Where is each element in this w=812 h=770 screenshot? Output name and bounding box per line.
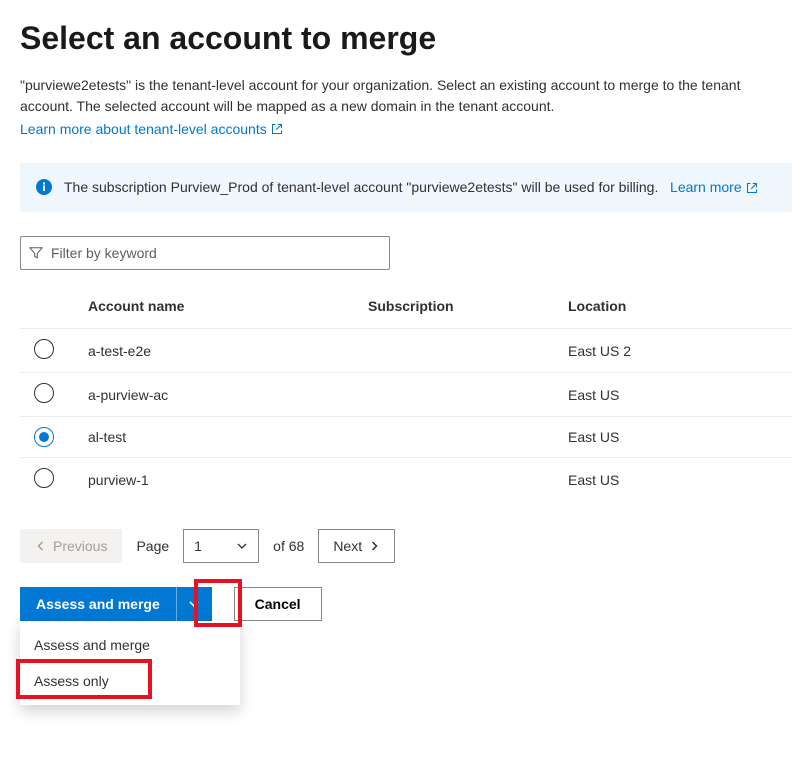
assess-merge-split-button: Assess and merge: [20, 587, 212, 621]
cell-name: al-test: [80, 417, 360, 458]
cancel-button[interactable]: Cancel: [234, 587, 322, 621]
page-title: Select an account to merge: [20, 20, 792, 57]
chevron-down-icon: [236, 540, 248, 552]
filter-input-wrapper[interactable]: [20, 236, 390, 270]
cell-name: a-purview-ac: [80, 373, 360, 417]
page-label: Page: [136, 538, 169, 554]
cell-name: a-test-e2e: [80, 329, 360, 373]
page-of-label: of 68: [273, 538, 304, 554]
column-header-location[interactable]: Location: [560, 288, 792, 329]
info-icon: [36, 179, 52, 195]
billing-learn-more-label: Learn more: [670, 177, 742, 198]
cell-subscription: [360, 373, 560, 417]
table-row[interactable]: purview-1 East US: [20, 458, 792, 502]
billing-learn-more-link[interactable]: Learn more: [670, 177, 758, 198]
billing-info-box: The subscription Purview_Prod of tenant-…: [20, 163, 792, 212]
next-label: Next: [333, 538, 362, 554]
footer-actions: Assess and merge Cancel Assess and merge…: [20, 587, 792, 621]
filter-icon: [29, 246, 43, 260]
filter-input[interactable]: [49, 244, 381, 262]
menu-item-assess-only[interactable]: Assess only: [20, 663, 240, 699]
cell-location: East US: [560, 417, 792, 458]
assess-merge-button[interactable]: Assess and merge: [20, 587, 176, 621]
cell-name: purview-1: [80, 458, 360, 502]
table-row[interactable]: a-test-e2e East US 2: [20, 329, 792, 373]
table-row[interactable]: a-purview-ac East US: [20, 373, 792, 417]
column-header-name[interactable]: Account name: [80, 288, 360, 329]
chevron-down-icon: [188, 598, 200, 610]
billing-info-text: The subscription Purview_Prod of tenant-…: [64, 179, 658, 195]
column-header-subscription[interactable]: Subscription: [360, 288, 560, 329]
accounts-table: Account name Subscription Location a-tes…: [20, 288, 792, 501]
external-link-icon: [746, 182, 758, 194]
cell-location: East US: [560, 373, 792, 417]
assess-merge-dropdown: Assess and merge Assess only: [20, 621, 240, 705]
cell-subscription: [360, 329, 560, 373]
external-link-icon: [271, 123, 283, 135]
previous-button[interactable]: Previous: [20, 529, 122, 563]
learn-more-accounts-link[interactable]: Learn more about tenant-level accounts: [20, 121, 283, 137]
assess-merge-dropdown-toggle[interactable]: [176, 587, 212, 621]
page-description: "purviewe2etests" is the tenant-level ac…: [20, 75, 792, 117]
cell-location: East US 2: [560, 329, 792, 373]
pagination: Previous Page 1 of 68 Next: [20, 529, 792, 563]
cell-subscription: [360, 458, 560, 502]
row-radio[interactable]: [34, 468, 54, 488]
page-value: 1: [194, 538, 202, 554]
next-button[interactable]: Next: [318, 529, 395, 563]
row-radio[interactable]: [34, 339, 54, 359]
menu-item-assess-and-merge[interactable]: Assess and merge: [20, 627, 240, 663]
cell-subscription: [360, 417, 560, 458]
table-row[interactable]: al-test East US: [20, 417, 792, 458]
cell-location: East US: [560, 458, 792, 502]
learn-more-accounts-label: Learn more about tenant-level accounts: [20, 121, 267, 137]
row-radio[interactable]: [34, 427, 54, 447]
row-radio[interactable]: [34, 383, 54, 403]
page-select[interactable]: 1: [183, 529, 259, 563]
previous-label: Previous: [53, 538, 107, 554]
